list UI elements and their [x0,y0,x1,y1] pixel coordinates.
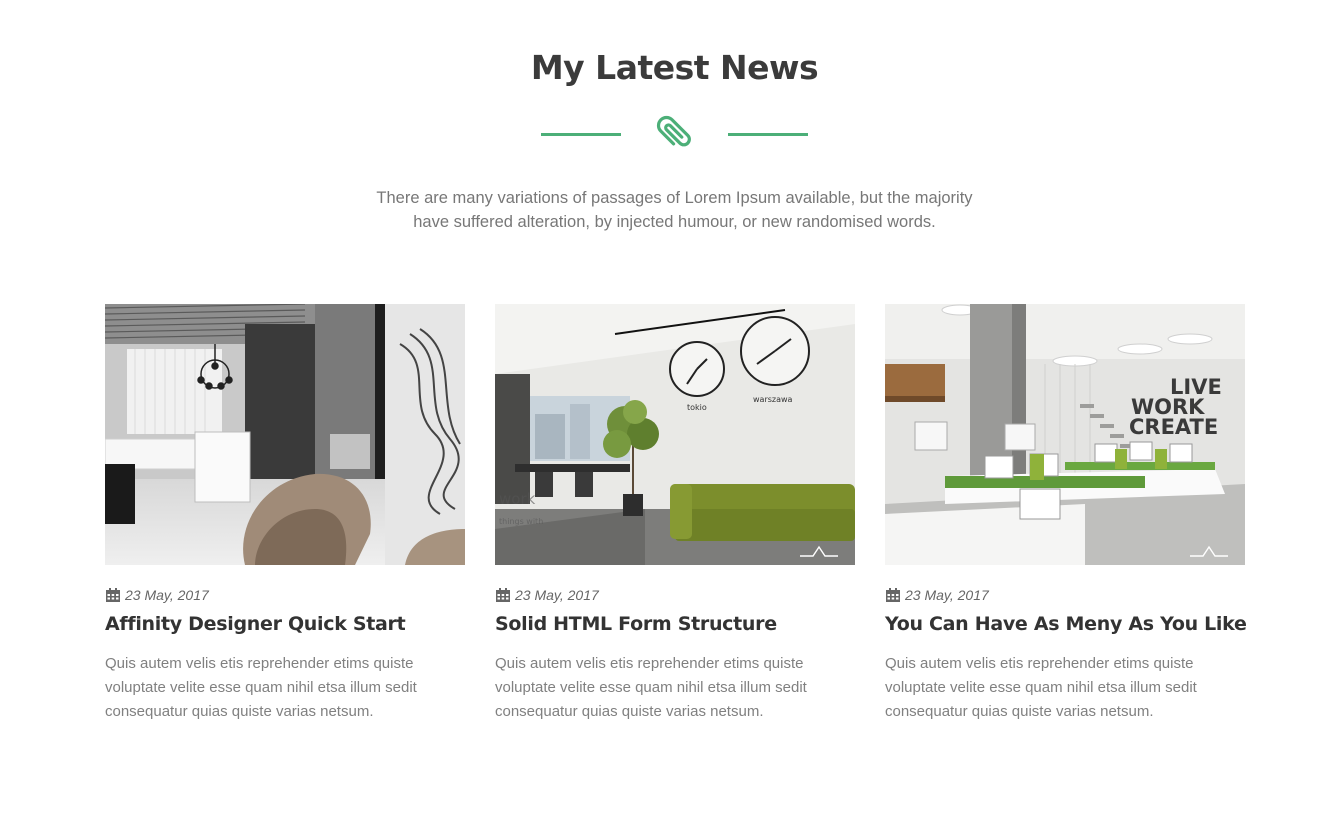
divider-line-left [541,133,621,136]
post-date: 23 May, 2017 [905,587,989,603]
post-excerpt: Quis autem velis etis reprehender etims … [105,655,417,720]
post-title[interactable]: Solid HTML Form Structure [495,613,855,635]
news-card: LIVE WORK CREATE 23 May, 2017 You Can Ha… [885,304,1247,724]
post-image-office[interactable]: LIVE WORK CREATE [885,304,1245,565]
calendar-icon [886,588,900,602]
post-excerpt: Quis autem velis etis reprehender etims … [885,655,1197,720]
intro-line-1: There are many variations of passages of… [376,189,973,207]
calendar-icon [106,588,120,602]
post-title[interactable]: Affinity Designer Quick Start [105,613,465,635]
calendar-icon [496,588,510,602]
paperclip-icon [656,115,691,147]
post-title[interactable]: You Can Have As Meny As You Like [885,613,1247,635]
svg-text:things with: things with [499,517,543,526]
title-divider [541,110,808,158]
news-card: 23 May, 2017 Affinity Designer Quick Sta… [105,304,465,724]
post-image-lobby[interactable]: tokio warszawa work things with [495,304,855,565]
post-image-salon[interactable] [105,304,465,565]
svg-text:CREATE: CREATE [1129,415,1218,439]
svg-text:work: work [499,490,536,508]
post-excerpt: Quis autem velis etis reprehender etims … [495,655,807,720]
post-date: 23 May, 2017 [515,587,599,603]
section-title: My Latest News [530,48,819,87]
divider-line-right [728,133,808,136]
clock-label-tokio: tokio [687,403,707,412]
clock-label-warszawa: warszawa [753,395,793,404]
post-meta: 23 May, 2017 [105,585,465,605]
post-meta: 23 May, 2017 [885,585,1245,605]
section-intro: There are many variations of passages of… [340,186,1009,234]
post-meta: 23 May, 2017 [495,585,855,605]
news-grid: 23 May, 2017 Affinity Designer Quick Sta… [105,304,1247,744]
post-date: 23 May, 2017 [125,587,209,603]
news-card: tokio warszawa work things with 23 May, … [495,304,855,724]
intro-line-2: have suffered alteration, by injected hu… [413,213,936,231]
